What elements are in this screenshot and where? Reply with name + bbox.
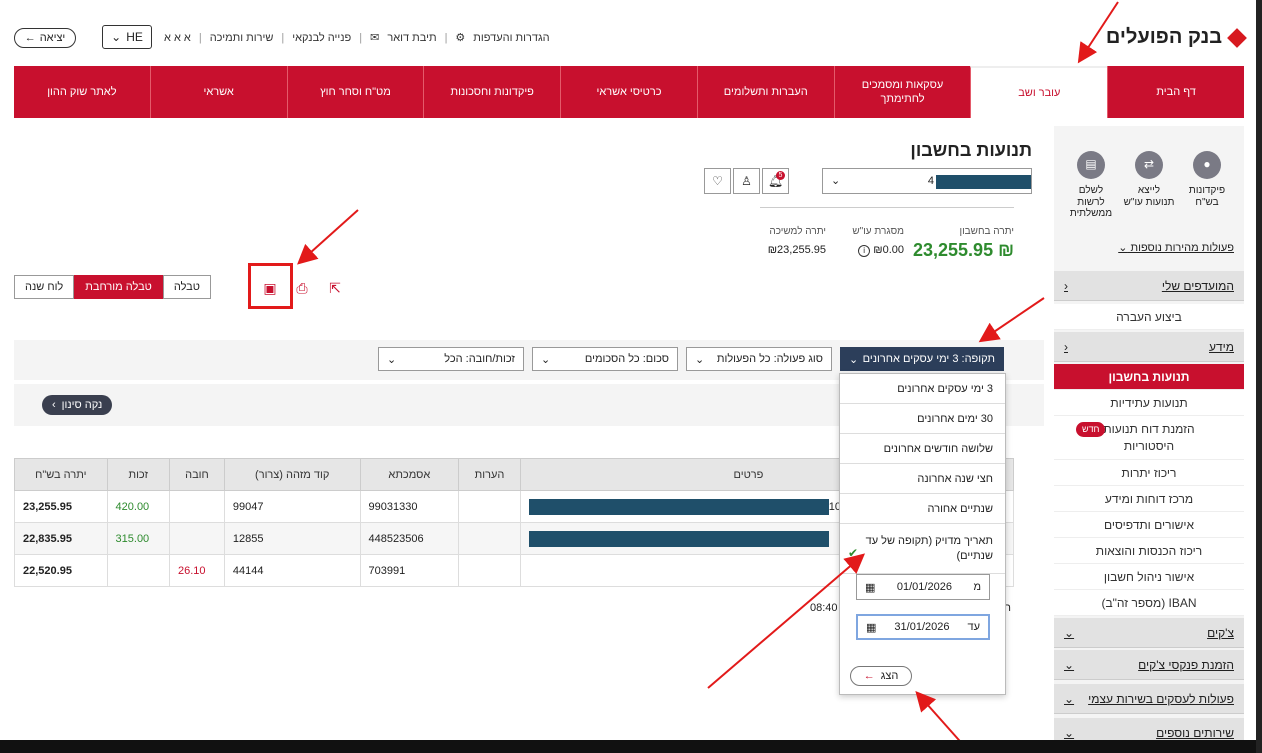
annotation-arrow xyxy=(978,297,1045,343)
annotation-arrows xyxy=(297,1,1119,749)
annotation-arrow xyxy=(707,553,866,689)
annotation-arrow xyxy=(297,209,359,265)
annotation-arrow xyxy=(1077,1,1119,64)
screen-bottom-edge xyxy=(0,740,1262,753)
screen-right-edge xyxy=(1256,0,1262,753)
